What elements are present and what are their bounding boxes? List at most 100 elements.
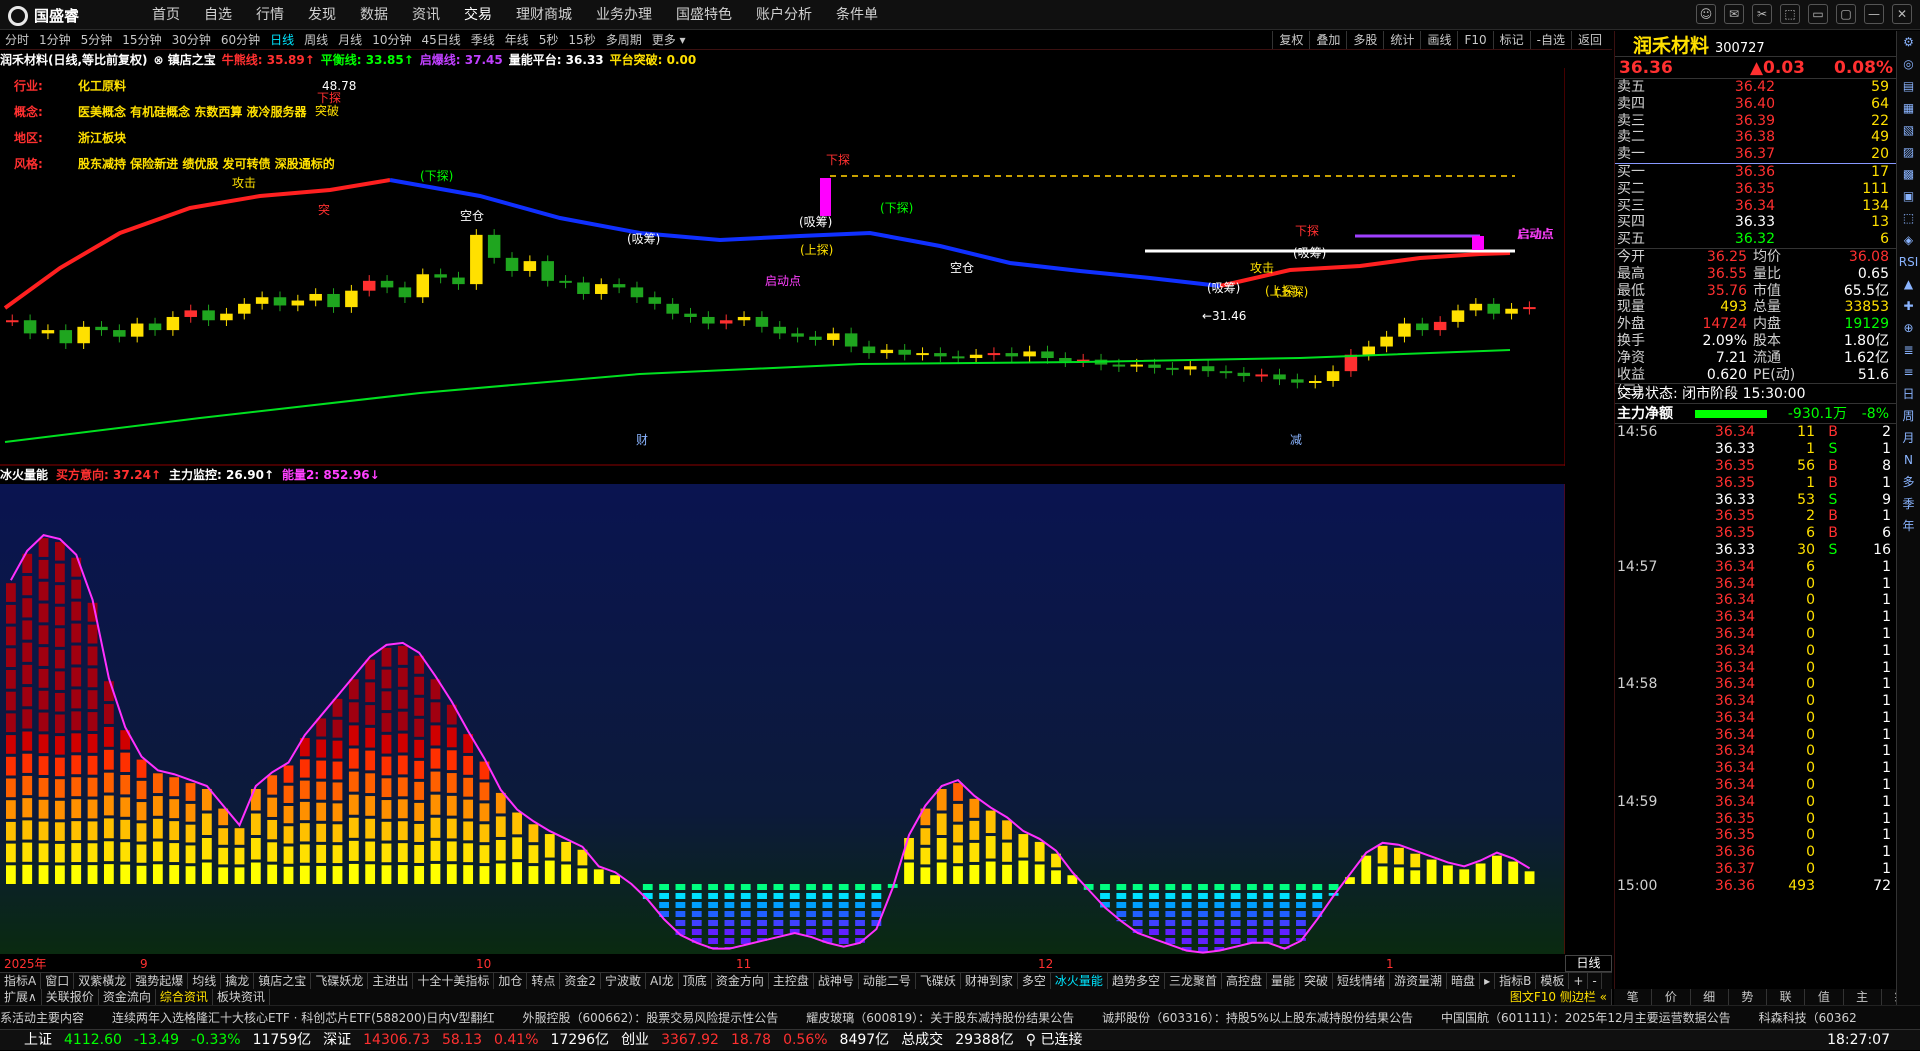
news-item[interactable]: 外服控股（600662）：股票交易风险提示性公告 <box>522 1006 778 1029</box>
indicator-tab-28[interactable]: 突破 <box>1300 973 1334 989</box>
indicator-tab-7[interactable]: 飞碟妖龙 <box>311 973 369 989</box>
candle-body[interactable] <box>755 316 769 327</box>
window-control-icon-3[interactable]: ⬚ <box>1780 4 1800 24</box>
period-3[interactable]: 15分钟 <box>117 31 166 49</box>
tick-row[interactable]: 36.34 0 1 <box>1615 710 1896 727</box>
candle-body[interactable] <box>1255 374 1268 377</box>
candle-body[interactable] <box>719 320 733 324</box>
sidebar-icon-5[interactable]: ▨ <box>1897 141 1920 163</box>
tick-row[interactable]: 36.34 0 1 <box>1615 777 1896 794</box>
candle-body[interactable] <box>255 297 269 304</box>
period-10[interactable]: 45日线 <box>416 31 465 49</box>
candle-body[interactable] <box>1469 303 1483 311</box>
window-control-icon-0[interactable]: ☺ <box>1696 4 1716 24</box>
candle-body[interactable] <box>77 326 90 344</box>
candle-body[interactable] <box>880 349 894 354</box>
candle-body[interactable] <box>791 333 804 337</box>
tick-row[interactable]: 36.34 0 1 <box>1615 643 1896 660</box>
candle-body[interactable] <box>1112 364 1126 367</box>
candle-body[interactable] <box>327 293 340 308</box>
tick-row[interactable]: 36.36 0 1 <box>1615 844 1896 861</box>
sidebar-icon-4[interactable]: ▧ <box>1897 119 1920 141</box>
tick-row[interactable]: 36.34 0 1 <box>1615 693 1896 710</box>
buy-level-2[interactable]: 买三 36.34 134 <box>1615 198 1896 215</box>
tick-row[interactable]: 36.34 0 1 <box>1615 592 1896 609</box>
candle-body[interactable] <box>1219 371 1233 374</box>
period-15[interactable]: 多周期 <box>601 31 647 49</box>
news-item[interactable]: 系活动主要内容 <box>0 1006 84 1029</box>
window-control-icon-1[interactable]: ✉ <box>1724 4 1744 24</box>
candle-body[interactable] <box>273 297 287 306</box>
candle-body[interactable] <box>1362 346 1376 355</box>
indicator-tab-10[interactable]: 加仓 <box>494 973 528 989</box>
candle-body[interactable] <box>130 323 144 337</box>
sidebar-icon-10[interactable]: RSI <box>1897 251 1920 273</box>
buy-level-4[interactable]: 买五 36.32 6 <box>1615 231 1896 248</box>
candle-body[interactable] <box>595 284 608 294</box>
tick-row[interactable]: 36.34 0 1 <box>1615 760 1896 777</box>
candle-body[interactable] <box>916 353 929 356</box>
chart-tool-3[interactable]: 统计 <box>1383 31 1420 49</box>
chart-tool-0[interactable]: 复权 <box>1272 31 1309 49</box>
menu-item-10[interactable]: 账户分析 <box>744 0 824 30</box>
candle-body[interactable] <box>844 333 858 347</box>
candle-body[interactable] <box>987 353 1001 356</box>
volume-energy-chart[interactable]: 1800016000140001200010000800060004000200… <box>0 484 1565 954</box>
news-item[interactable]: 诚邦股份（603316）：持股5%以上股东减持股份结果公告 <box>1102 1006 1413 1029</box>
info-tab-2[interactable]: 资金流向 <box>99 989 156 1005</box>
candle-body[interactable] <box>1201 366 1215 372</box>
tick-row[interactable]: 36.35 0 1 <box>1615 827 1896 844</box>
period-8[interactable]: 月线 <box>333 31 367 49</box>
window-control-icon-2[interactable]: ✂ <box>1752 4 1772 24</box>
candle-body[interactable] <box>238 303 251 314</box>
candle-body[interactable] <box>1380 336 1393 347</box>
candle-body[interactable] <box>184 310 197 317</box>
period-6[interactable]: 日线 <box>265 31 299 49</box>
candle-body[interactable] <box>398 287 412 298</box>
sidebar-icon-7[interactable]: ▣ <box>1897 185 1920 207</box>
sidebar-icon-13[interactable]: ⊕ <box>1897 317 1920 339</box>
news-item[interactable]: 科森科技（60362 <box>1759 1006 1857 1029</box>
candle-body[interactable] <box>1416 323 1429 331</box>
sidebar-icon-0[interactable]: ⚙ <box>1897 31 1920 53</box>
candle-body[interactable] <box>541 261 554 281</box>
indicator-tab-14[interactable]: AI龙 <box>646 973 679 989</box>
tick-row[interactable]: 36.37 0 1 <box>1615 861 1896 878</box>
quote-tab-6[interactable]: 主 <box>1844 989 1882 1005</box>
menu-item-8[interactable]: 业务办理 <box>584 0 664 30</box>
candle-body[interactable] <box>1326 371 1340 382</box>
tick-row[interactable]: 36.33 53 S 9 <box>1615 492 1896 509</box>
candle-body[interactable] <box>737 316 751 321</box>
tick-row[interactable]: 14:58 36.34 0 1 <box>1615 676 1896 693</box>
candle-body[interactable] <box>934 353 947 357</box>
candle-body[interactable] <box>1487 303 1500 314</box>
candle-body[interactable] <box>6 320 19 323</box>
tick-row[interactable]: 36.35 0 1 <box>1615 811 1896 828</box>
chart-tool-5[interactable]: F10 <box>1457 31 1492 49</box>
chart-tool-7[interactable]: -自选 <box>1529 31 1571 49</box>
candle-body[interactable] <box>23 320 37 334</box>
sidebar-icon-14[interactable]: ≣ <box>1897 339 1920 361</box>
candle-body[interactable] <box>148 323 162 331</box>
tick-row[interactable]: 36.35 1 B 1 <box>1615 475 1896 492</box>
candle-body[interactable] <box>470 234 483 285</box>
indicator-tab-23[interactable]: 冰火量能 <box>1051 973 1108 989</box>
menu-item-0[interactable]: 首页 <box>140 0 192 30</box>
info-tab-3[interactable]: 综合资讯 <box>156 989 213 1005</box>
indicator-tab-19[interactable]: 动能二号 <box>859 973 916 989</box>
tick-row[interactable]: 36.35 56 B 8 <box>1615 458 1896 475</box>
buy-level-1[interactable]: 买二 36.35 111 <box>1615 181 1896 198</box>
tick-list[interactable]: 14:56 36.34 11 B 2 36.33 1 S 1 36.35 56 B 8 36.35 1 B 1 3… <box>1615 424 1896 894</box>
indicator-tab-8[interactable]: 主进出 <box>368 973 414 989</box>
menu-item-3[interactable]: 发现 <box>296 0 348 30</box>
sidebar-icon-19[interactable]: N <box>1897 449 1920 471</box>
quote-tab-4[interactable]: 联 <box>1767 989 1806 1005</box>
window-control-icon-4[interactable]: ▭ <box>1808 4 1828 24</box>
tick-row[interactable]: 14:59 36.34 0 1 <box>1615 794 1896 811</box>
day-period-button[interactable]: 日线 <box>1565 955 1612 972</box>
candle-body[interactable] <box>1237 372 1251 377</box>
candle-body[interactable] <box>1505 308 1518 314</box>
window-control-icon-5[interactable]: ▢ <box>1836 4 1856 24</box>
candle-body[interactable] <box>898 349 911 355</box>
candle-body[interactable] <box>666 303 679 314</box>
